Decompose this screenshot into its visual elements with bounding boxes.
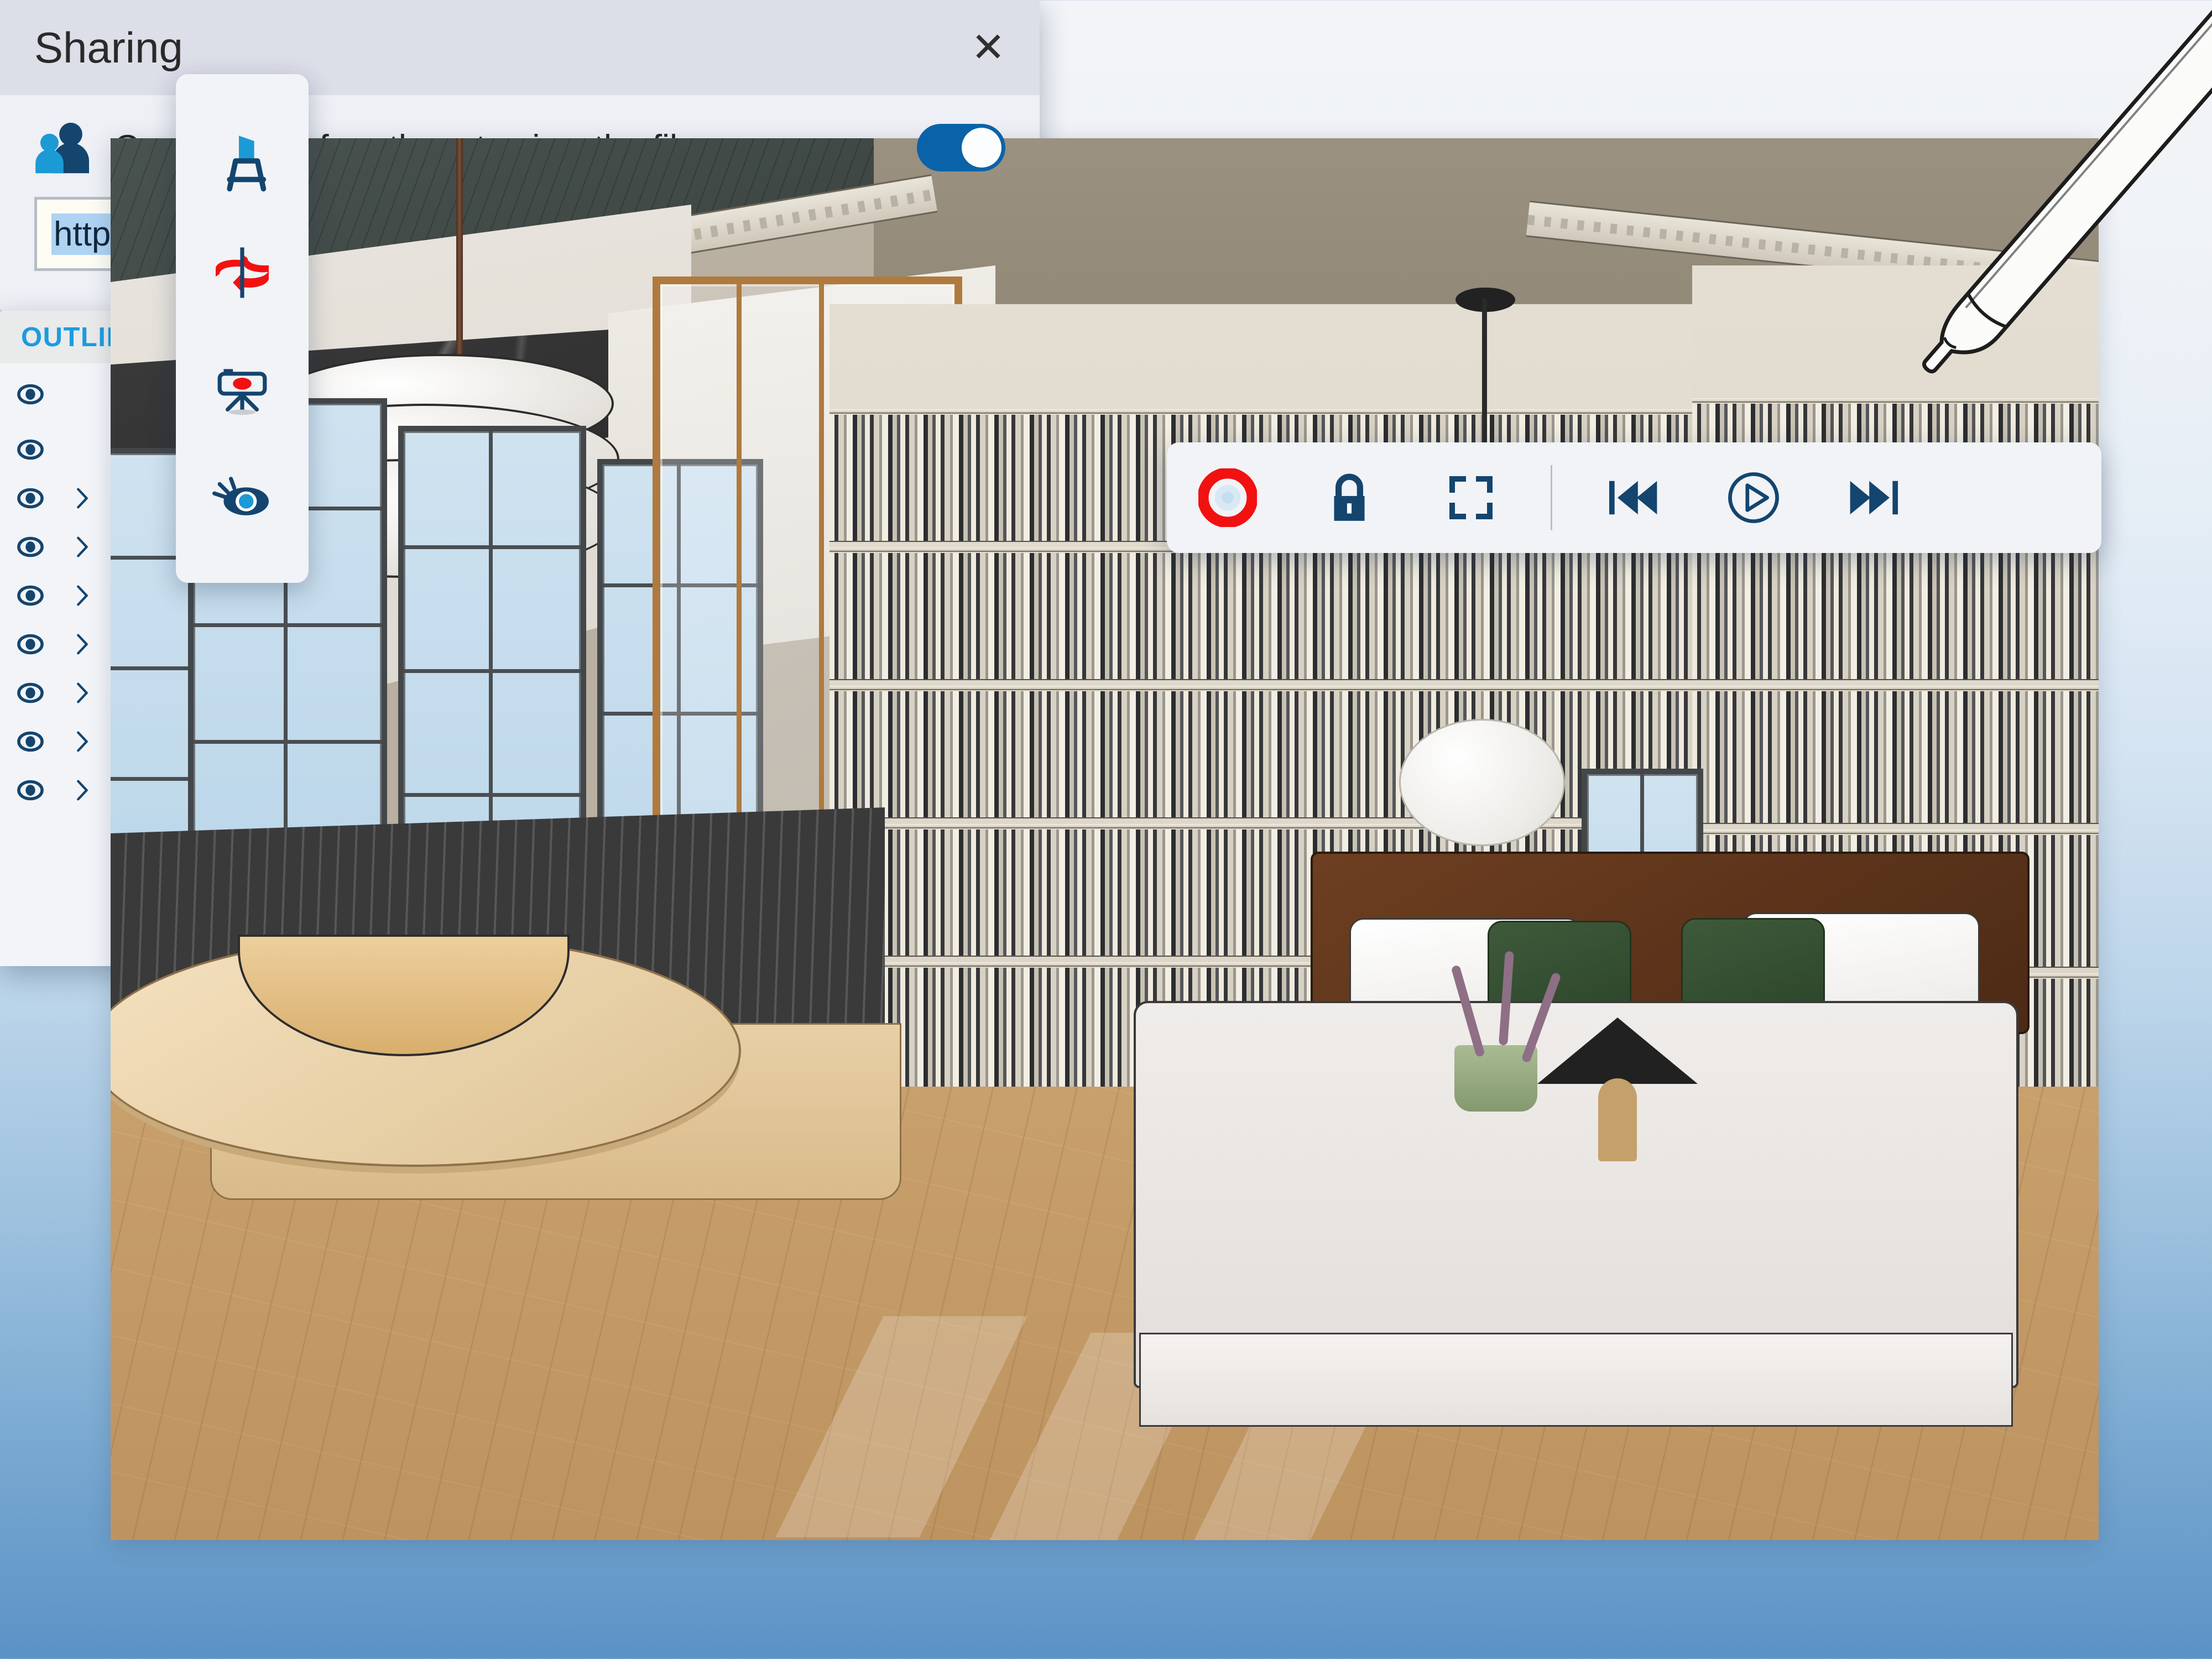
- row-expand-chevron[interactable]: [61, 582, 104, 609]
- eye-icon: [13, 724, 48, 759]
- eye-icon: [13, 530, 48, 564]
- eye-lashes-icon: [209, 463, 275, 529]
- camera-tripod-icon: [209, 351, 275, 418]
- chevron-right-icon: [69, 582, 96, 609]
- chevron-right-icon: [69, 631, 96, 658]
- playbar-divider: [1551, 465, 1552, 530]
- chevron-right-icon: [69, 485, 96, 512]
- row-visibility-toggle[interactable]: [0, 676, 61, 710]
- sharing-title: Sharing: [34, 23, 183, 73]
- eye-icon: [13, 481, 48, 515]
- toggle-knob: [962, 128, 1001, 168]
- eye-icon: [13, 627, 48, 661]
- play-button[interactable]: [1693, 442, 1814, 553]
- row-visibility-toggle[interactable]: [0, 773, 61, 807]
- marker-pen-icon: [209, 128, 275, 194]
- skip-forward-icon: [1845, 468, 1905, 528]
- next-button[interactable]: [1814, 442, 1936, 553]
- record-button[interactable]: [1167, 442, 1288, 553]
- bed-skirt: [1139, 1333, 2013, 1427]
- skip-backward-icon: [1602, 468, 1662, 528]
- chevron-right-icon: [69, 728, 96, 755]
- close-icon[interactable]: ✕: [971, 27, 1005, 68]
- playbar-left-group: [1167, 442, 1532, 553]
- row-expand-chevron[interactable]: [61, 680, 104, 706]
- table-lamp-base: [1598, 1078, 1637, 1161]
- row-expand-chevron[interactable]: [61, 728, 104, 755]
- row-visibility-toggle[interactable]: [0, 578, 61, 613]
- row-expand-chevron[interactable]: [61, 534, 104, 560]
- row-expand-chevron[interactable]: [61, 777, 104, 804]
- chevron-right-icon: [69, 777, 96, 804]
- row-expand-chevron[interactable]: [61, 631, 104, 658]
- row-visibility-toggle[interactable]: [0, 432, 61, 467]
- share-link-toggle[interactable]: [917, 124, 1005, 171]
- sharing-titlebar: Sharing ✕: [0, 0, 1040, 95]
- eye-icon: [13, 578, 48, 613]
- model-viewport[interactable]: [111, 138, 2099, 1540]
- row-visibility-toggle[interactable]: [0, 530, 61, 564]
- playback-toolbar[interactable]: [1167, 442, 2101, 553]
- row-visibility-toggle[interactable]: [0, 627, 61, 661]
- flip-rotate-icon: [209, 239, 275, 306]
- lock-closed-icon: [1321, 469, 1378, 526]
- people-icon: [34, 117, 95, 178]
- eye-icon: [13, 432, 48, 467]
- camera-tool[interactable]: [201, 343, 284, 426]
- fullscreen-button[interactable]: [1410, 442, 1532, 553]
- row-expand-chevron[interactable]: [61, 485, 104, 512]
- visibility-tool[interactable]: [201, 455, 284, 538]
- tool-rail[interactable]: [176, 74, 309, 583]
- play-circle-icon: [1723, 467, 1785, 529]
- fullscreen-frame-icon: [1443, 470, 1499, 525]
- lock-button[interactable]: [1288, 442, 1410, 553]
- marker-tool[interactable]: [201, 119, 284, 202]
- eye-icon: [13, 773, 48, 807]
- chevron-right-icon: [69, 680, 96, 706]
- eye-icon: [13, 377, 48, 411]
- chevron-right-icon: [69, 534, 96, 560]
- previous-button[interactable]: [1571, 442, 1693, 553]
- playbar-transport-group: [1571, 442, 1936, 553]
- pendant-globe: [1399, 719, 1565, 846]
- visibility-toggle-all[interactable]: [0, 377, 61, 411]
- flip-tool[interactable]: [201, 231, 284, 314]
- record-circle-icon: [1198, 468, 1257, 527]
- row-visibility-toggle[interactable]: [0, 481, 61, 515]
- row-visibility-toggle[interactable]: [0, 724, 61, 759]
- eye-icon: [13, 676, 48, 710]
